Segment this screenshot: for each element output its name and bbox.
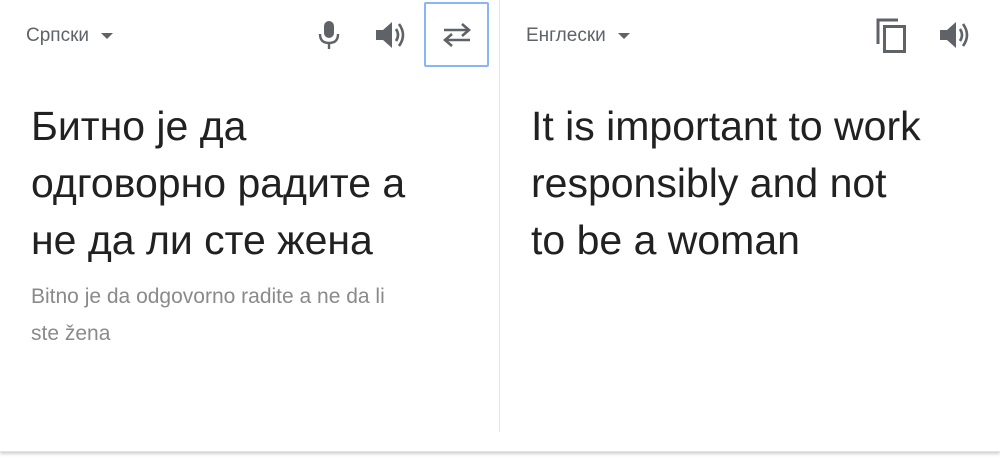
microphone-icon [318, 21, 340, 49]
chevron-down-icon [101, 33, 114, 39]
target-language-select[interactable]: Енглески [526, 22, 630, 50]
panel-divider [499, 0, 500, 432]
swap-languages-button[interactable] [424, 2, 489, 67]
copy-icon [876, 18, 906, 53]
swap-icon [442, 22, 471, 47]
chevron-down-icon [617, 33, 630, 39]
translation-text: It is important to work responsibly and … [531, 103, 921, 263]
target-listen-button[interactable] [936, 18, 974, 52]
copy-translation-button[interactable] [872, 14, 912, 56]
source-language-label: Српски [26, 25, 90, 46]
source-language-select[interactable]: Српски [26, 22, 114, 50]
speaker-icon [940, 22, 969, 48]
speaker-icon [376, 22, 405, 48]
source-text[interactable]: Битно је да одговорно радите а не да ли … [31, 98, 491, 269]
target-language-label: Енглески [526, 25, 606, 46]
source-transliteration: Bitno je da odgovorno radite a ne da li … [31, 285, 385, 345]
microphone-button[interactable] [312, 18, 346, 52]
translation-panel: Српски Битно је да одговорно радите а не… [0, 0, 1000, 452]
source-listen-button[interactable] [372, 18, 410, 52]
